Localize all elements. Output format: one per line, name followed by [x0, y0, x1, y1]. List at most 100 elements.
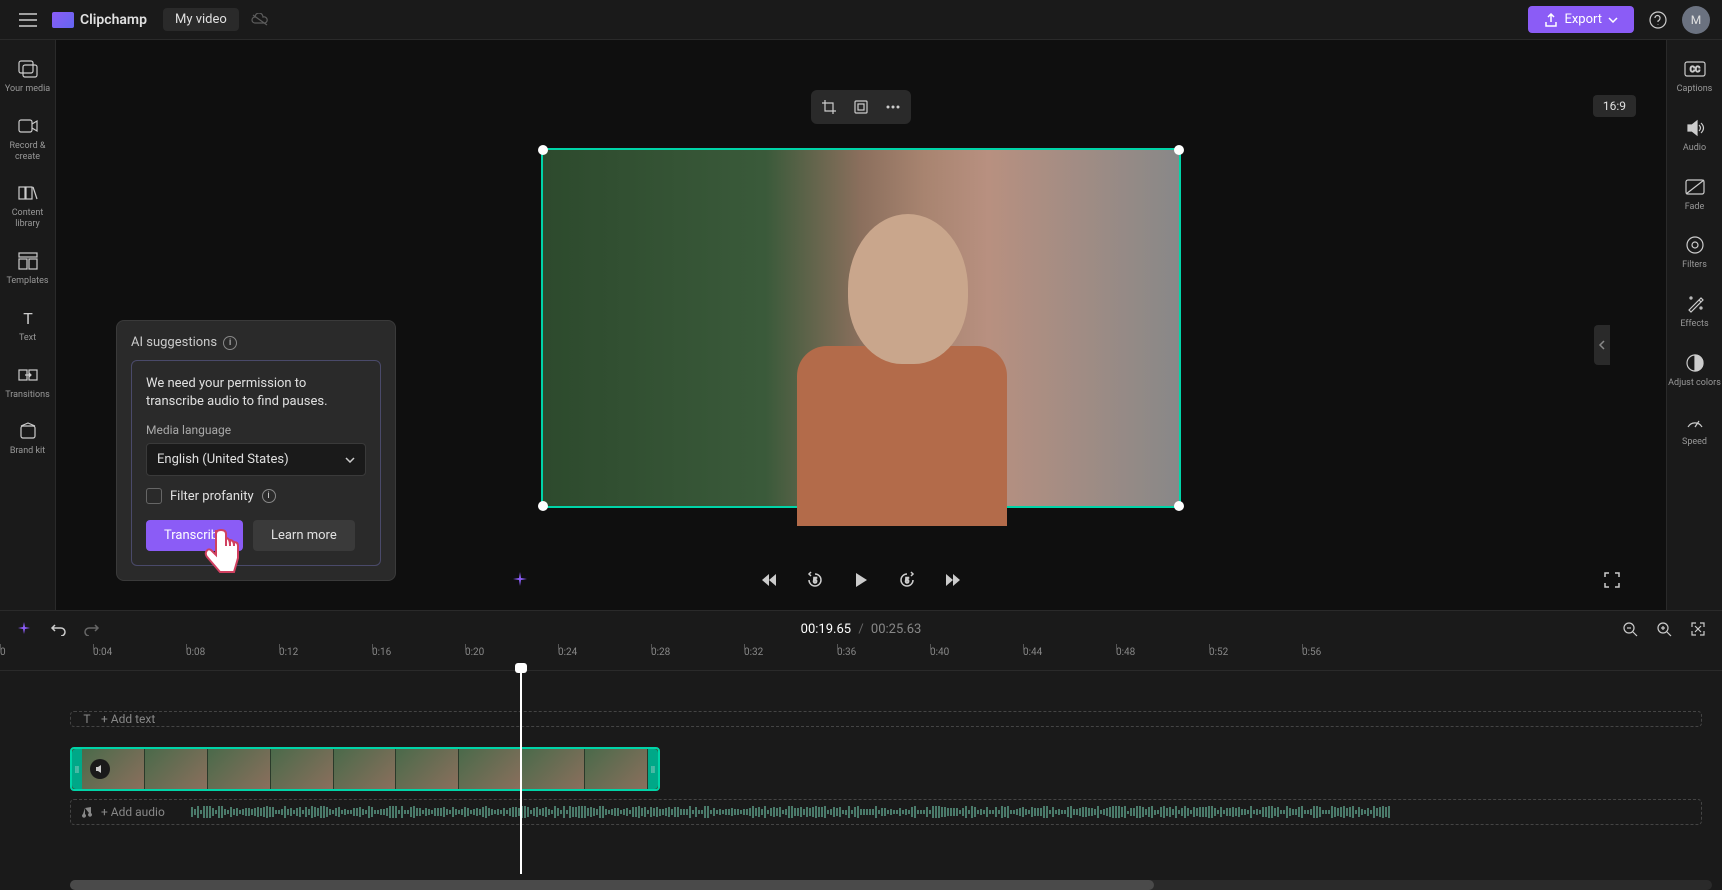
zoom-in-button[interactable]	[1652, 617, 1676, 641]
avatar-initial: M	[1691, 13, 1701, 27]
mute-icon[interactable]	[90, 759, 110, 779]
ai-sparkle-button[interactable]	[506, 566, 534, 594]
ruler-tick: 0:40	[930, 647, 949, 658]
ai-timeline-button[interactable]	[12, 617, 36, 641]
logo-text: Clipchamp	[80, 12, 147, 28]
sidebar-text[interactable]: T Text	[0, 299, 56, 352]
svg-text:T: T	[23, 309, 33, 327]
crop-button[interactable]	[815, 94, 843, 120]
sidebar-templates[interactable]: Templates	[0, 242, 56, 295]
left-sidebar: Your media Record & create Content libra…	[0, 40, 56, 610]
add-text-track[interactable]: T + Add text	[70, 711, 1702, 727]
sidebar-record[interactable]: Record & create	[0, 107, 56, 171]
sidebar-item-label: Effects	[1680, 319, 1708, 330]
preview-toolbar	[811, 90, 911, 124]
project-name[interactable]: My video	[163, 8, 239, 31]
sidebar-item-label: Content library	[0, 208, 56, 230]
filter-profanity-checkbox[interactable]	[146, 488, 162, 504]
language-label: Media language	[146, 423, 366, 437]
sidebar-item-label: Templates	[6, 276, 48, 287]
clip-handle-right[interactable]: ||	[648, 749, 658, 789]
sidebar-item-label: Transitions	[5, 390, 50, 401]
ruler-tick: 0	[0, 647, 6, 658]
language-select[interactable]: English (United States)	[146, 443, 366, 476]
resize-handle[interactable]	[538, 145, 548, 155]
clip-handle-left[interactable]: ||	[72, 749, 82, 789]
scrollbar-thumb[interactable]	[70, 880, 1154, 890]
sidebar-item-label: Filters	[1682, 260, 1707, 271]
ruler-tick: 0:48	[1116, 647, 1135, 658]
sidebar-captions[interactable]: CC Captions	[1667, 50, 1722, 103]
playhead[interactable]	[520, 671, 522, 874]
audio-icon	[1684, 117, 1706, 139]
ruler-tick: 0:52	[1209, 647, 1228, 658]
video-clip[interactable]: || ||	[70, 747, 660, 791]
ruler-tick: 0:24	[558, 647, 577, 658]
sidebar-brand-kit[interactable]: Brand kit	[0, 412, 56, 465]
sidebar-effects[interactable]: Effects	[1667, 285, 1722, 338]
text-icon: T	[17, 307, 39, 329]
sidebar-filters[interactable]: Filters	[1667, 226, 1722, 279]
learn-more-button[interactable]: Learn more	[253, 520, 355, 551]
right-sidebar: CC Captions Audio Fade Filters Effects A…	[1666, 40, 1722, 610]
zoom-fit-button[interactable]	[1686, 617, 1710, 641]
sidebar-item-label: Brand kit	[10, 446, 45, 457]
resize-handle[interactable]	[538, 501, 548, 511]
play-button[interactable]	[847, 566, 875, 594]
captions-icon: CC	[1684, 58, 1706, 80]
sidebar-speed[interactable]: Speed	[1667, 403, 1722, 456]
sidebar-your-media[interactable]: Your media	[0, 50, 56, 103]
rewind-button[interactable]: 5	[801, 566, 829, 594]
svg-text:5: 5	[905, 577, 909, 585]
sidebar-item-label: Fade	[1685, 202, 1705, 213]
fade-icon	[1684, 176, 1706, 198]
language-value: English (United States)	[157, 452, 289, 467]
ai-title: AI suggestions	[131, 335, 217, 350]
ai-description: We need your permission to transcribe au…	[146, 375, 366, 411]
skip-back-button[interactable]	[755, 566, 783, 594]
export-button[interactable]: Export	[1528, 6, 1634, 33]
fullscreen-button[interactable]	[1598, 566, 1626, 594]
sidebar-fade[interactable]: Fade	[1667, 168, 1722, 221]
ruler-tick: 0:56	[1302, 647, 1321, 658]
chevron-down-icon	[345, 457, 355, 463]
ruler-tick: 0:12	[279, 647, 298, 658]
add-text-label: + Add text	[101, 712, 155, 726]
info-icon[interactable]: i	[262, 489, 276, 503]
zoom-out-button[interactable]	[1618, 617, 1642, 641]
collapse-right-panel[interactable]	[1594, 325, 1610, 365]
sidebar-transitions[interactable]: Transitions	[0, 356, 56, 409]
forward-button[interactable]: 5	[893, 566, 921, 594]
avatar[interactable]: M	[1682, 6, 1710, 34]
add-audio-track[interactable]: + Add audio	[70, 799, 1702, 825]
skip-forward-button[interactable]	[939, 566, 967, 594]
sidebar-item-label: Adjust colors	[1668, 378, 1721, 389]
undo-button[interactable]	[46, 617, 70, 641]
redo-button[interactable]	[80, 617, 104, 641]
sidebar-audio[interactable]: Audio	[1667, 109, 1722, 162]
record-icon	[17, 115, 39, 137]
svg-text:T: T	[83, 713, 90, 725]
ruler-tick: 0:16	[372, 647, 391, 658]
ruler-tick: 0:28	[651, 647, 670, 658]
timeline-scrollbar[interactable]	[70, 880, 1712, 890]
time-separator: /	[858, 622, 863, 637]
info-icon[interactable]: i	[223, 336, 237, 350]
sidebar-item-label: Speed	[1682, 437, 1707, 448]
fit-button[interactable]	[847, 94, 875, 120]
ruler-tick: 0:04	[93, 647, 112, 658]
sidebar-content-library[interactable]: Content library	[0, 174, 56, 238]
filters-icon	[1684, 234, 1706, 256]
help-button[interactable]	[1644, 6, 1672, 34]
library-icon	[17, 182, 39, 204]
timeline-ruler[interactable]: 00:040:080:120:160:200:240:280:320:360:4…	[0, 647, 1722, 671]
ruler-tick: 0:44	[1023, 647, 1042, 658]
sidebar-adjust-colors[interactable]: Adjust colors	[1667, 344, 1722, 397]
menu-button[interactable]	[12, 4, 44, 36]
resize-handle[interactable]	[1174, 145, 1184, 155]
logo[interactable]: Clipchamp	[52, 12, 147, 28]
video-frame[interactable]	[541, 148, 1181, 508]
resize-handle[interactable]	[1174, 501, 1184, 511]
cursor-pointer-icon	[196, 520, 246, 580]
more-button[interactable]	[879, 94, 907, 120]
